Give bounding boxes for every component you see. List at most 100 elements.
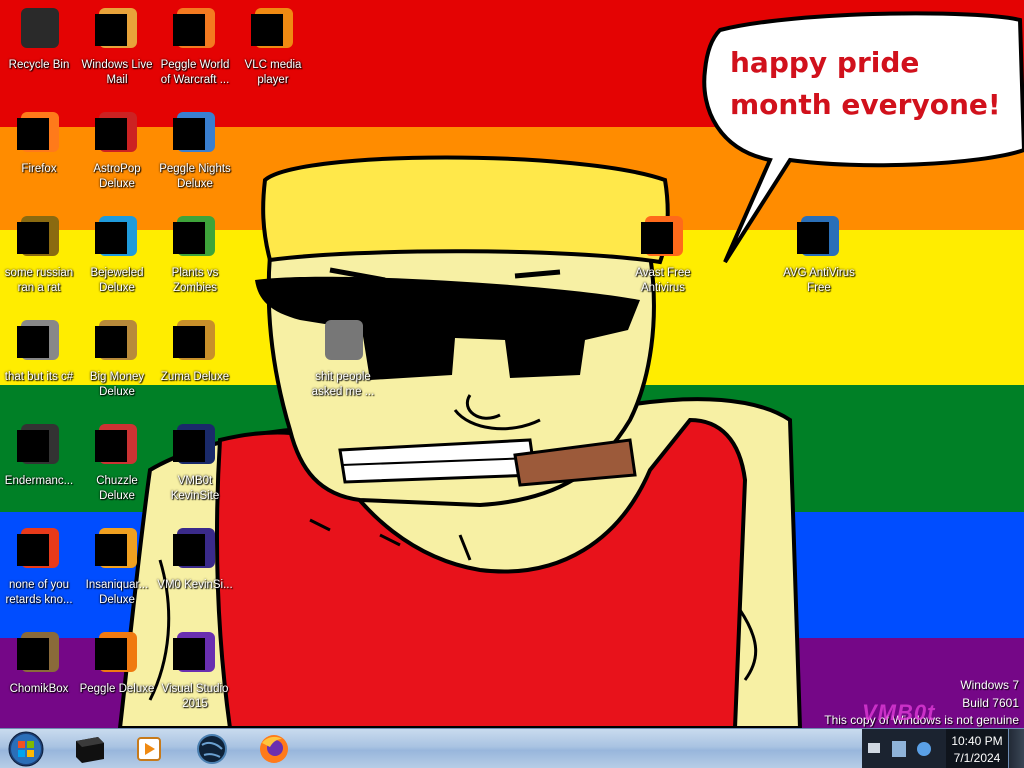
- desktop-icon-label: Insaniquar... Deluxe: [85, 579, 149, 606]
- desktop-icon[interactable]: Visual Studio 2015: [156, 628, 234, 724]
- desktop-icon-label: VMB0t KevinSite: [170, 475, 220, 502]
- censor-box: [17, 534, 49, 566]
- desktop-icon[interactable]: Big Money Deluxe: [78, 316, 156, 412]
- desktop-icon[interactable]: none of you retards kno...: [0, 524, 78, 620]
- censor-box: [173, 638, 205, 670]
- desktop-icon[interactable]: Recycle Bin: [0, 4, 78, 100]
- censor-box: [95, 326, 127, 358]
- desktop-icon[interactable]: AVG AntiVirus Free: [780, 212, 858, 308]
- globe-icon: [197, 734, 227, 764]
- peggle-nights-icon: [171, 108, 219, 156]
- censor-box: [95, 222, 127, 254]
- desktop-icon[interactable]: Peggle Deluxe: [78, 628, 156, 724]
- desktop-icon-label: none of you retards kno...: [5, 579, 73, 606]
- taskbar-pinned-firefox[interactable]: [246, 731, 302, 767]
- network-icon: [892, 741, 906, 757]
- taskbar-clock[interactable]: 10:40 PM 7/1/2024: [946, 729, 1008, 768]
- avast-icon: [639, 212, 687, 260]
- desktop-icon-label: Peggle Deluxe: [79, 683, 155, 695]
- show-hidden-icons-icon: [868, 743, 880, 753]
- black-box-icon: [76, 737, 104, 763]
- censor-box: [173, 430, 205, 462]
- desktop-icon[interactable]: Plants vs Zombies: [156, 212, 234, 308]
- desktop-icon[interactable]: shit people asked me ...: [304, 316, 382, 412]
- taskbar-pinned-black-box[interactable]: [62, 731, 118, 767]
- desktop-icon[interactable]: Peggle World of Warcraft ...: [156, 4, 234, 100]
- desktop-icon[interactable]: that but its c#: [0, 316, 78, 412]
- censor-box: [95, 534, 127, 566]
- peggle-icon: [171, 4, 219, 52]
- censor-box: [95, 14, 127, 46]
- avg-icon: [795, 212, 843, 260]
- zuma-icon: [171, 316, 219, 364]
- hat: [261, 155, 670, 265]
- desktop-icon-label: Chuzzle Deluxe: [96, 475, 138, 502]
- watermark-build: Build 7601: [962, 696, 1019, 710]
- censor-box: [95, 430, 127, 462]
- show-desktop-button[interactable]: [1008, 729, 1024, 768]
- desktop-icon[interactable]: Avast Free Antivirus: [624, 212, 702, 308]
- desktop-icon[interactable]: Bejeweled Deluxe: [78, 212, 156, 308]
- app-icon: [15, 524, 63, 572]
- desktop-icon-label: shit people asked me ...: [311, 371, 375, 398]
- windows-orb-icon: [8, 731, 44, 767]
- desktop-icon-label: Plants vs Zombies: [171, 267, 219, 294]
- desktop-icon-label: Windows Live Mail: [81, 59, 153, 86]
- censor-box: [17, 638, 49, 670]
- desktop-icon-label: ChomikBox: [9, 683, 69, 695]
- desktop-icon[interactable]: some russian ran a rat: [0, 212, 78, 308]
- desktop-icon-label: Avast Free Antivirus: [635, 267, 691, 294]
- vlc-icon: [249, 4, 297, 52]
- desktop-icon-label: Endermanc...: [4, 475, 74, 487]
- desktop-icon[interactable]: Endermanc...: [0, 420, 78, 516]
- taskbar-pinned-media-player[interactable]: [122, 731, 178, 767]
- desktop-icon-label: some russian ran a rat: [4, 267, 74, 294]
- desktop-icon[interactable]: VM0 KevinSi...: [156, 524, 234, 620]
- desktop-icon-label: Bejeweled Deluxe: [90, 267, 144, 294]
- censor-box: [251, 14, 283, 46]
- censor-box: [95, 118, 127, 150]
- peggle-deluxe-icon: [93, 628, 141, 676]
- taskbar-pinned-globe[interactable]: [184, 731, 240, 767]
- desktop-icon-label: Firefox: [21, 163, 57, 175]
- chuzzle-icon: [93, 420, 141, 468]
- start-button[interactable]: [4, 730, 48, 768]
- censor-box: [17, 430, 49, 462]
- desktop-icon-label: VM0 KevinSi...: [157, 579, 233, 591]
- folder-icon: [319, 316, 367, 364]
- file-icon: [15, 212, 63, 260]
- chomikbox-icon: [15, 628, 63, 676]
- desktop-icon-label: Peggle World of Warcraft ...: [160, 59, 230, 86]
- desktop-icon[interactable]: VLC media player: [234, 4, 312, 100]
- clock-time: 10:40 PM: [951, 734, 1003, 748]
- censor-box: [173, 118, 205, 150]
- desktop-icon-label: AstroPop Deluxe: [93, 163, 141, 190]
- fish-icon: [93, 524, 141, 572]
- firefox-icon: [15, 108, 63, 156]
- desktop-icon[interactable]: Insaniquar... Deluxe: [78, 524, 156, 620]
- desktop-icon[interactable]: Firefox: [0, 108, 78, 204]
- web-icon: [171, 524, 219, 572]
- desktop-icon[interactable]: AstroPop Deluxe: [78, 108, 156, 204]
- desktop-icon[interactable]: ChomikBox: [0, 628, 78, 724]
- desktop-icon-label: AVG AntiVirus Free: [783, 267, 855, 294]
- bejeweled-icon: [93, 212, 141, 260]
- mail-icon: [93, 4, 141, 52]
- desktop-icon-label: VLC media player: [244, 59, 302, 86]
- desktop-icon[interactable]: Chuzzle Deluxe: [78, 420, 156, 516]
- censor-box: [17, 222, 49, 254]
- desktop-icon[interactable]: Peggle Nights Deluxe: [156, 108, 234, 204]
- desktop-icon[interactable]: Windows Live Mail: [78, 4, 156, 100]
- speech-bubble-text: happy pride month everyone!: [730, 46, 1001, 121]
- tray-icons: [868, 741, 931, 757]
- web-icon: [171, 420, 219, 468]
- console-icon: [15, 420, 63, 468]
- volume-icon: [917, 742, 931, 756]
- vm-overlay-text: VMB0t: [862, 700, 936, 725]
- censor-box: [173, 326, 205, 358]
- desktop-icon[interactable]: Zuma Deluxe: [156, 316, 234, 412]
- desktop-icon[interactable]: VMB0t KevinSite: [156, 420, 234, 516]
- censor-box: [173, 534, 205, 566]
- censor-box: [17, 326, 49, 358]
- desktop-icon-label: Visual Studio 2015: [161, 683, 229, 710]
